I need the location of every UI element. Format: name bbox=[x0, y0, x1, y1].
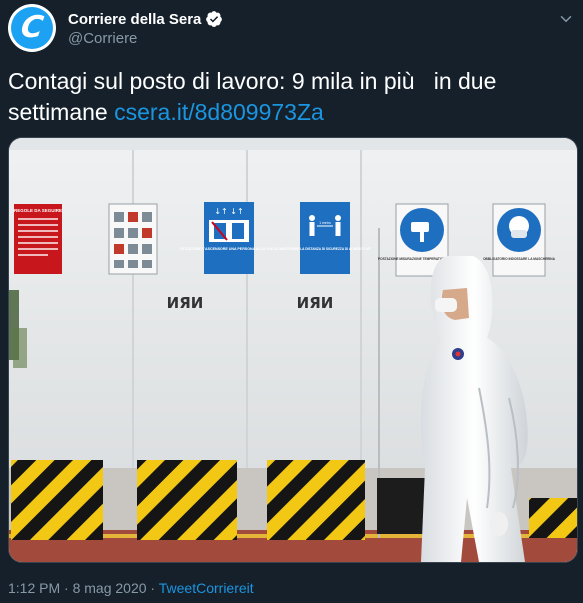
avatar-logo: C bbox=[11, 7, 53, 49]
sign-instructions-grid bbox=[108, 203, 158, 275]
name-row: Corriere della Sera bbox=[68, 10, 223, 28]
handle[interactable]: @Corriere bbox=[68, 30, 137, 47]
wall-mark-2: ИЯИ bbox=[297, 294, 334, 312]
hazard-block-2 bbox=[137, 460, 237, 540]
tweet-footer: 1:12 PM · 8 mag 2020 · TweetCorriereit bbox=[8, 580, 254, 596]
footer-separator: · bbox=[60, 580, 73, 596]
tweet-source[interactable]: TweetCorriereit bbox=[159, 580, 254, 596]
avatar-logo-letter: C bbox=[18, 10, 46, 45]
tweet-header: C Corriere della Sera @Corriere bbox=[8, 4, 575, 56]
sign-rules: REGOLE DA SEGUIRE bbox=[14, 204, 62, 274]
chevron-down-icon[interactable] bbox=[557, 10, 575, 28]
sign-distance-title: MANTENERE LA DISTANZA DI SICUREZZA DI AL… bbox=[279, 247, 371, 251]
verified-badge-icon bbox=[206, 11, 223, 27]
hazard-block-1 bbox=[11, 460, 103, 540]
tweet-time[interactable]: 1:12 PM bbox=[8, 580, 60, 596]
tweet-media-photo[interactable]: REGOLE DA SEGUIRE ↓↑ ↓↑ UTILIZZARE L'ASC… bbox=[8, 137, 578, 563]
sign-elevator-title: UTILIZZARE L'ASCENSORE UNA PERSONA ALLA … bbox=[180, 247, 278, 251]
tweet-text: Contagi sul posto di lavoro: 9 mila in p… bbox=[8, 66, 568, 128]
sign-rules-title: REGOLE DA SEGUIRE bbox=[14, 208, 62, 213]
avatar[interactable]: C bbox=[8, 4, 56, 52]
sign-mask: OBBLIGATORIO INDOSSARE LA MASCHERINA bbox=[483, 203, 556, 277]
display-name[interactable]: Corriere della Sera bbox=[68, 11, 201, 28]
hazard-block-4 bbox=[529, 498, 577, 538]
svg-text:↓↑ ↓↑: ↓↑ ↓↑ bbox=[214, 207, 243, 216]
sign-distance-badge: 1 metro bbox=[319, 221, 331, 225]
footer-separator-2: · bbox=[146, 580, 159, 596]
photo-illustration: REGOLE DA SEGUIRE ↓↑ ↓↑ UTILIZZARE L'ASC… bbox=[9, 138, 577, 562]
sign-mask-title: OBBLIGATORIO INDOSSARE LA MASCHERINA bbox=[483, 257, 556, 261]
wall-mark-1: ИЯИ bbox=[167, 294, 204, 312]
hazard-block-3 bbox=[267, 460, 365, 540]
tweet-link[interactable]: csera.it/8d809973Za bbox=[114, 99, 324, 125]
tweet-date[interactable]: 8 mag 2020 bbox=[73, 580, 147, 596]
